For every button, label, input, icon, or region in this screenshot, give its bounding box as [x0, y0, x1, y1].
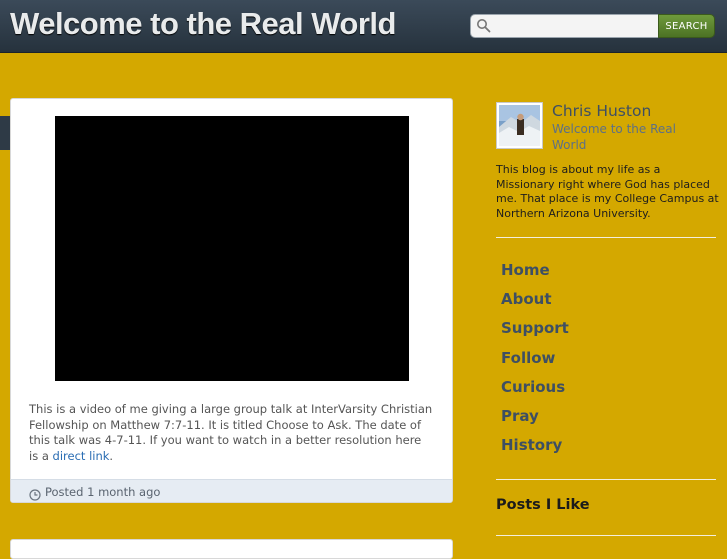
nav-item-follow[interactable]: Follow	[501, 348, 569, 377]
nav-item-pray[interactable]: Pray	[501, 406, 569, 435]
nav-item-about[interactable]: About	[501, 289, 569, 318]
avatar[interactable]	[496, 102, 543, 149]
blog-description: This blog is about my life as a Missiona…	[496, 163, 719, 220]
sidebar-divider	[496, 479, 716, 480]
author-subtitle: Welcome to the Real World	[552, 122, 676, 152]
site-header: Welcome to the Real World SEARCH	[0, 0, 727, 53]
post-body-trailing: .	[109, 448, 114, 463]
search-box[interactable]	[470, 14, 659, 38]
sidebar-divider	[496, 237, 716, 238]
sidebar-nav: Home About Support Follow Curious Pray H…	[501, 260, 569, 464]
nav-item-support[interactable]: Support	[501, 318, 569, 347]
nav-item-curious[interactable]: Curious	[501, 377, 569, 406]
post-body: This is a video of me giving a large gro…	[29, 402, 434, 464]
posted-time-link[interactable]: Posted 1 month ago	[45, 485, 160, 499]
left-edge-tab	[0, 116, 10, 150]
clock-icon	[29, 486, 41, 502]
author-name[interactable]: Chris Huston	[552, 102, 651, 120]
nav-item-history[interactable]: History	[501, 435, 569, 464]
video-player[interactable]	[55, 116, 409, 381]
search-button[interactable]: SEARCH	[658, 14, 715, 38]
next-post-card	[10, 539, 453, 559]
site-title[interactable]: Welcome to the Real World	[10, 6, 396, 42]
search-input[interactable]	[495, 17, 659, 37]
direct-link[interactable]: direct link	[53, 449, 110, 463]
post-meta-bar: Posted 1 month ago	[11, 479, 452, 502]
nav-item-home[interactable]: Home	[501, 260, 569, 289]
sidebar-divider	[496, 535, 716, 536]
search-icon	[476, 18, 491, 37]
post-card: This is a video of me giving a large gro…	[10, 98, 453, 503]
posts-i-like-heading: Posts I Like	[496, 497, 590, 513]
